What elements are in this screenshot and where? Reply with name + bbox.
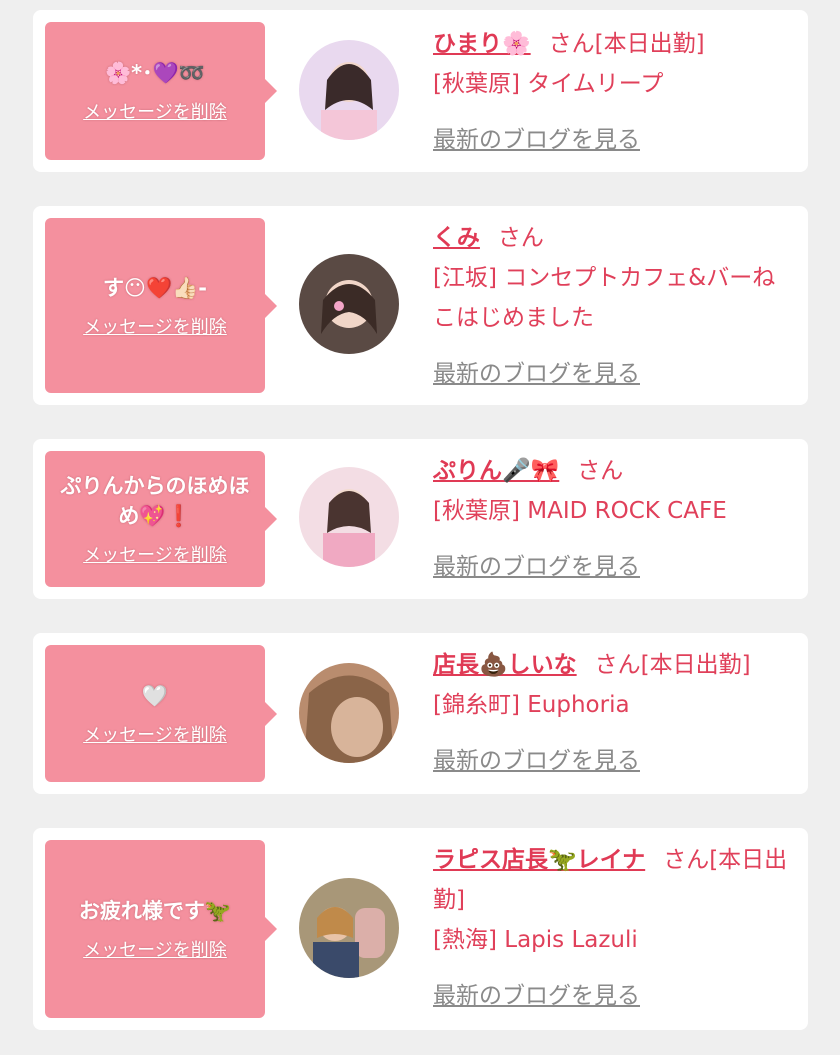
- shop-label: [江坂] コンセプトカフェ&バーねこはじめました: [433, 265, 776, 331]
- message-text: 🌸*･💜➿: [105, 61, 205, 85]
- shop-label: [秋葉原] MAID ROCK CAFE: [433, 498, 727, 524]
- card-info: 店長💩しいな さん[本日出勤] [錦糸町] Euphoria 最新のブログを見る: [433, 645, 794, 781]
- cast-name-link[interactable]: ぷりん🎤🎀: [433, 458, 559, 484]
- message-text: お疲れ様です🦖: [78, 899, 232, 923]
- latest-blog-link[interactable]: 最新のブログを見る: [433, 120, 794, 160]
- message-bubble: 🤍 メッセージを削除: [45, 645, 277, 782]
- cast-name-link[interactable]: ひまり🌸: [433, 31, 531, 57]
- name-suffix: さん: [577, 458, 624, 484]
- message-text: 🤍: [141, 683, 169, 708]
- latest-blog-link[interactable]: 最新のブログを見る: [433, 354, 794, 394]
- message-card: す😶❤️👍🏻- メッセージを削除 くみ さん [江坂] コンセプトカフェ&バーねこ…: [33, 206, 808, 405]
- cast-name-link[interactable]: ラピス店長🦖レイナ: [433, 847, 645, 873]
- message-bubble: お疲れ様です🦖 メッセージを削除: [45, 840, 277, 1018]
- card-info: ラピス店長🦖レイナ さん[本日出勤] [熱海] Lapis Lazuli 最新のブ…: [433, 840, 794, 1016]
- message-bubble: す😶❤️👍🏻- メッセージを削除: [45, 218, 277, 393]
- delete-message-link[interactable]: メッセージを削除: [83, 313, 227, 339]
- avatar[interactable]: [299, 467, 399, 567]
- message-card: 🤍 メッセージを削除 店長💩しいな さん[本日出勤] [錦糸町] Euphoria…: [33, 633, 808, 794]
- message-text: ぷりんからのほめほめ💖❗️: [60, 474, 250, 528]
- card-info: くみ さん [江坂] コンセプトカフェ&バーねこはじめました 最新のブログを見る: [433, 218, 794, 394]
- shop-label: [秋葉原] タイムリープ: [433, 71, 664, 97]
- delete-message-link[interactable]: メッセージを削除: [83, 936, 227, 962]
- avatar[interactable]: [299, 254, 399, 354]
- avatar[interactable]: [299, 40, 399, 140]
- latest-blog-link[interactable]: 最新のブログを見る: [433, 976, 794, 1016]
- message-text: す😶❤️👍🏻-: [103, 275, 207, 300]
- latest-blog-link[interactable]: 最新のブログを見る: [433, 547, 794, 587]
- message-bubble: 🌸*･💜➿ メッセージを削除: [45, 22, 277, 160]
- message-card: ぷりんからのほめほめ💖❗️ メッセージを削除 ぷりん🎤🎀 さん [秋葉原] MAI…: [33, 439, 808, 599]
- delete-message-link[interactable]: メッセージを削除: [83, 541, 227, 567]
- message-card: 🌸*･💜➿ メッセージを削除 ひまり🌸 さん[本日出勤] [秋葉原] タイムリープ…: [33, 10, 808, 172]
- cast-name-link[interactable]: くみ: [433, 225, 480, 251]
- avatar[interactable]: [299, 663, 399, 763]
- message-bubble: ぷりんからのほめほめ💖❗️ メッセージを削除: [45, 451, 277, 587]
- message-card: お疲れ様です🦖 メッセージを削除 ラピス店長🦖レイナ さん[本日出勤] [熱海] …: [33, 828, 808, 1030]
- delete-message-link[interactable]: メッセージを削除: [83, 98, 227, 124]
- latest-blog-link[interactable]: 最新のブログを見る: [433, 741, 794, 781]
- card-info: ぷりん🎤🎀 さん [秋葉原] MAID ROCK CAFE 最新のブログを見る: [433, 451, 794, 587]
- shop-label: [熱海] Lapis Lazuli: [433, 927, 638, 953]
- name-suffix: さん[本日出勤]: [594, 652, 751, 678]
- name-suffix: さん: [497, 225, 544, 251]
- shop-label: [錦糸町] Euphoria: [433, 692, 630, 718]
- card-info: ひまり🌸 さん[本日出勤] [秋葉原] タイムリープ 最新のブログを見る: [433, 24, 794, 160]
- cast-name-link[interactable]: 店長💩しいな: [433, 652, 577, 678]
- name-suffix: さん[本日出勤]: [548, 31, 705, 57]
- avatar[interactable]: [299, 878, 399, 978]
- delete-message-link[interactable]: メッセージを削除: [83, 721, 227, 747]
